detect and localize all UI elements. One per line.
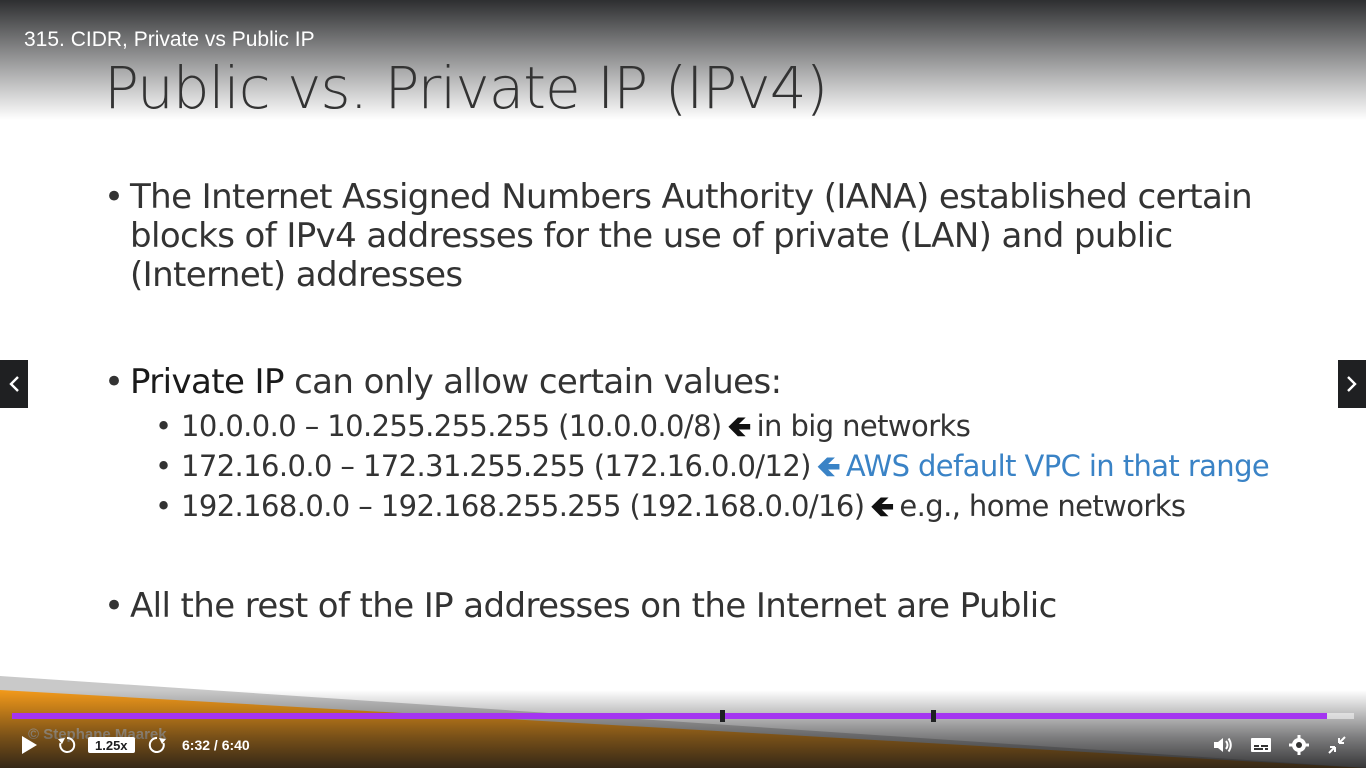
bullet-public-ip: • All the rest of the IP addresses on th… bbox=[104, 586, 1057, 626]
chapter-marker[interactable] bbox=[719, 710, 725, 722]
progress-fill bbox=[12, 713, 1328, 719]
forward-button[interactable] bbox=[144, 732, 170, 758]
left-arrow-icon: 🡸 bbox=[816, 449, 841, 483]
bullet-public-text: All the rest of the IP addresses on the … bbox=[130, 586, 1057, 626]
next-lecture-button[interactable] bbox=[1338, 360, 1366, 408]
exit-fullscreen-button[interactable] bbox=[1324, 732, 1350, 758]
progress-bar[interactable] bbox=[12, 710, 1354, 722]
gear-icon bbox=[1289, 735, 1309, 755]
range-text: 172.16.0.0 – 172.31.255.255 (172.16.0.0/… bbox=[181, 449, 811, 483]
private-ip-text: can only allow certain values: bbox=[283, 362, 782, 402]
time-display: 6:32 / 6:40 bbox=[182, 737, 250, 753]
captions-button[interactable] bbox=[1248, 732, 1274, 758]
sub-item-192-range: • 192.168.0.0 – 192.168.255.255 (192.168.… bbox=[155, 486, 1186, 535]
volume-button[interactable] bbox=[1210, 732, 1236, 758]
volume-icon bbox=[1214, 737, 1232, 753]
bullet-dot: • bbox=[104, 586, 125, 626]
lecture-slide: Public vs. Private IP (IPv4) • The Inter… bbox=[0, 0, 1366, 768]
sub-bullet-dot: • bbox=[155, 409, 172, 443]
previous-lecture-button[interactable] bbox=[0, 360, 28, 408]
chapter-marker[interactable] bbox=[930, 710, 936, 722]
rewind-5-icon bbox=[58, 736, 76, 753]
sub-bullet-dot: • bbox=[155, 489, 172, 523]
video-title: 315. CIDR, Private vs Public IP bbox=[24, 28, 315, 51]
sub-bullet-dot: • bbox=[155, 449, 172, 483]
bullet-dot: • bbox=[104, 362, 125, 402]
rewind-button[interactable] bbox=[54, 732, 80, 758]
play-icon bbox=[22, 736, 37, 754]
bullet-dot: • bbox=[104, 177, 125, 217]
left-arrow-icon: 🡸 bbox=[727, 409, 752, 443]
left-arrow-icon: 🡸 bbox=[870, 489, 894, 523]
chevron-right-icon bbox=[1347, 376, 1357, 392]
exit-fullscreen-icon bbox=[1328, 736, 1346, 754]
play-button[interactable] bbox=[16, 732, 42, 758]
captions-icon bbox=[1251, 738, 1271, 752]
range-note: e.g., home networks bbox=[899, 489, 1186, 523]
forward-5-icon bbox=[148, 736, 166, 753]
bullet-iana: • The Internet Assigned Numbers Authorit… bbox=[104, 178, 1264, 295]
bullet-private-ip: • Private IP can only allow certain valu… bbox=[104, 362, 782, 402]
range-text: 10.0.0.0 – 10.255.255.255 (10.0.0.0/8) bbox=[181, 409, 722, 443]
player-controls: 1.25x 6:32 / 6:40 bbox=[0, 728, 1366, 762]
settings-button[interactable] bbox=[1286, 732, 1312, 758]
chevron-left-icon bbox=[9, 376, 19, 392]
playback-speed-button[interactable]: 1.25x bbox=[88, 737, 135, 753]
private-ip-term: Private IP bbox=[130, 362, 284, 402]
slide-title: Public vs. Private IP (IPv4) bbox=[104, 54, 828, 122]
range-note-highlight: AWS default VPC in that range bbox=[845, 449, 1270, 483]
range-text: 192.168.0.0 – 192.168.255.255 (192.168.0… bbox=[181, 489, 865, 523]
bullet-iana-text: The Internet Assigned Numbers Authority … bbox=[130, 177, 1253, 295]
range-note: in big networks bbox=[756, 409, 971, 443]
